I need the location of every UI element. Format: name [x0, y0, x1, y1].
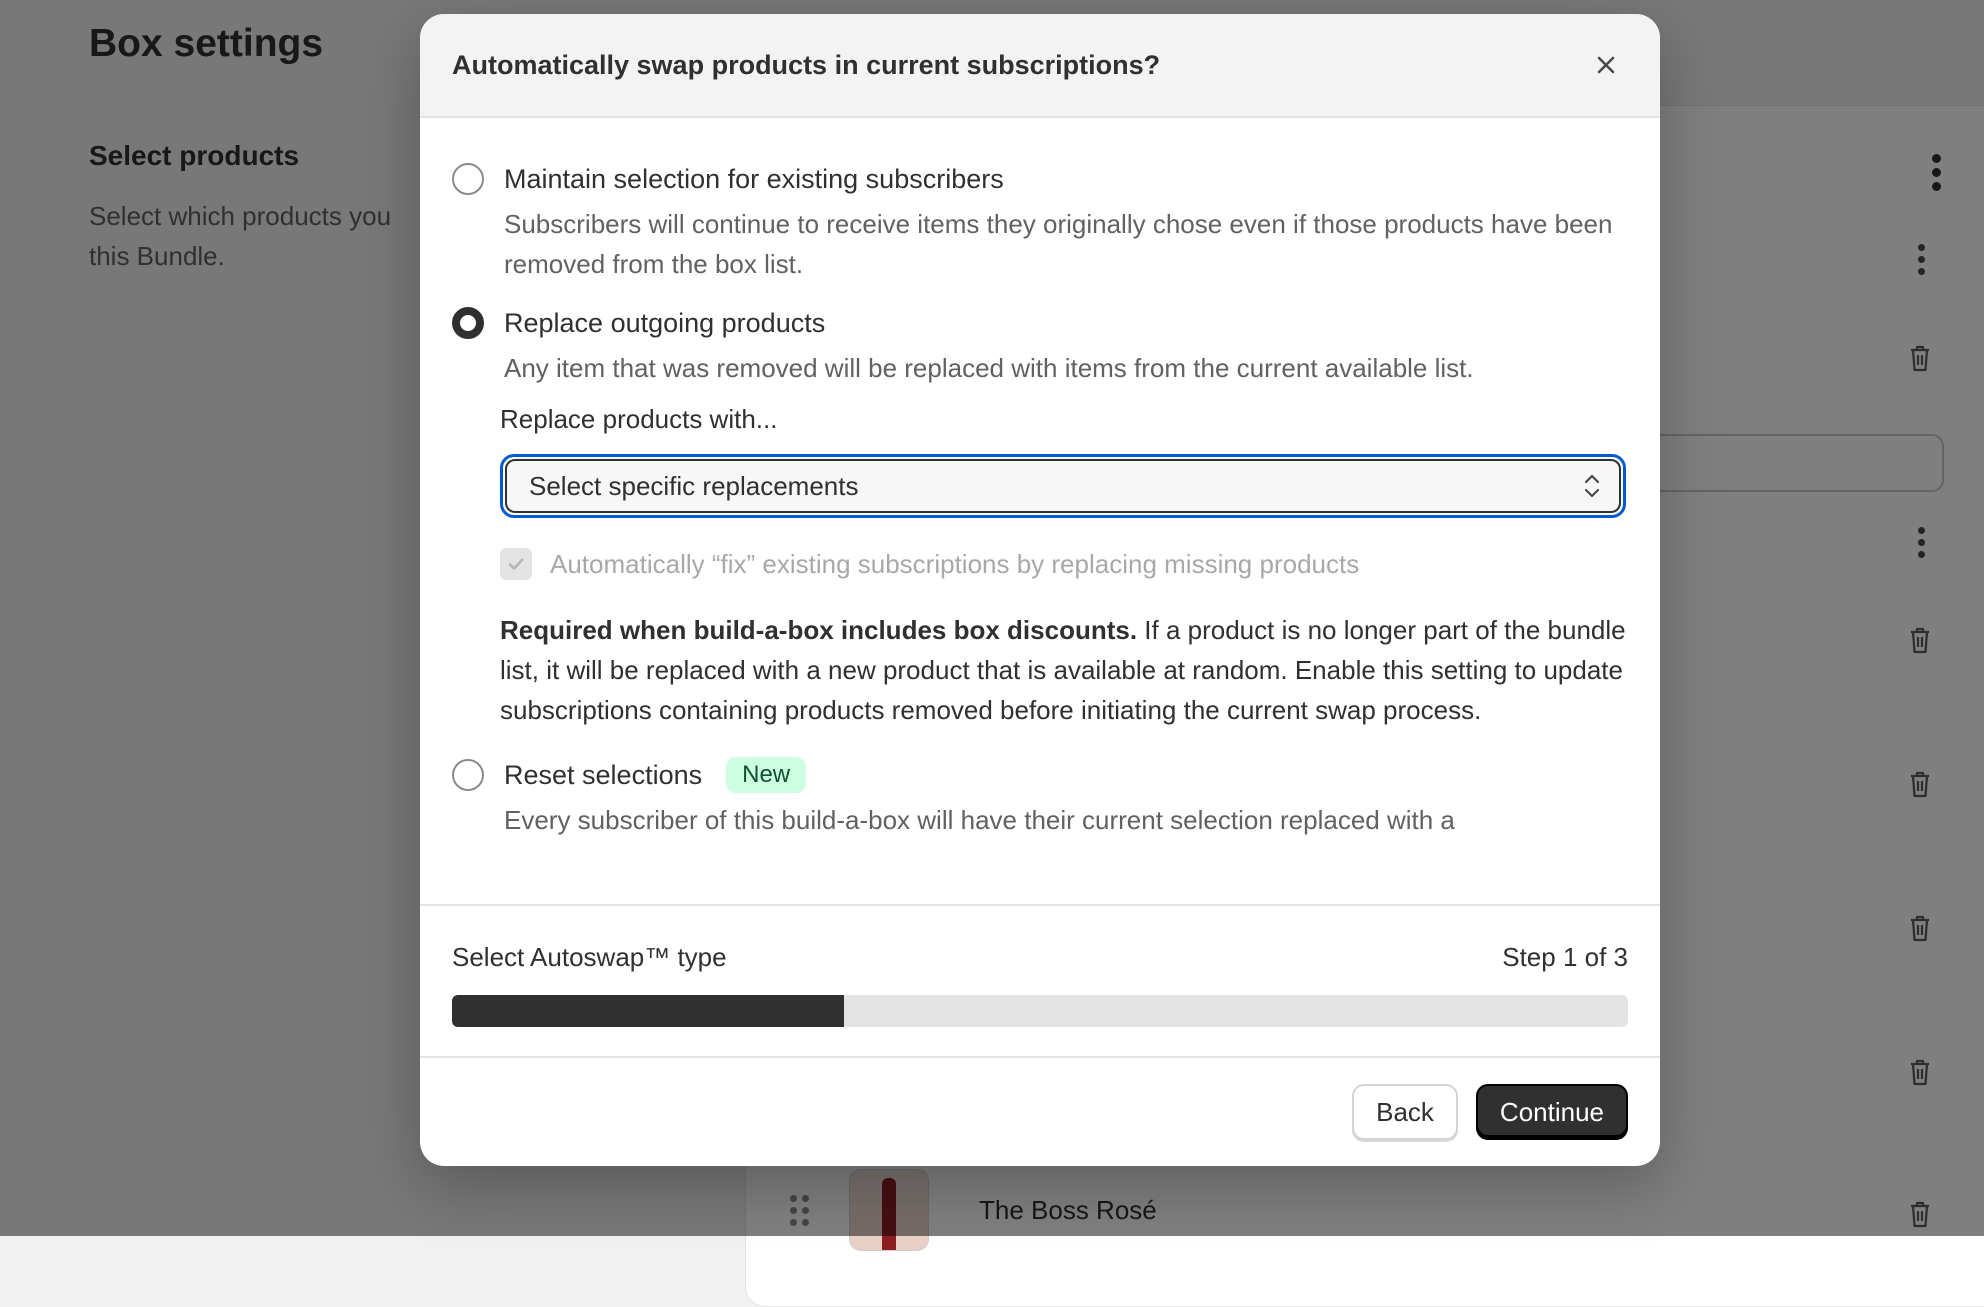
radio-maintain-selection[interactable]	[452, 163, 484, 195]
checkmark-icon	[508, 558, 524, 570]
replace-with-label: Replace products with...	[500, 404, 778, 434]
modal-title: Automatically swap products in current s…	[452, 49, 1161, 80]
option-label: Maintain selection for existing subscrib…	[504, 164, 1004, 194]
radio-replace-outgoing[interactable]	[452, 307, 484, 339]
close-icon	[1597, 56, 1615, 74]
option-description: Subscribers will continue to receive ite…	[504, 209, 1613, 279]
new-badge: New	[726, 757, 807, 793]
progress-bar-fill	[452, 995, 844, 1027]
progress-step: Step 1 of 3	[1502, 942, 1628, 972]
close-button[interactable]	[1584, 43, 1628, 87]
option-maintain-selection[interactable]: Maintain selection for existing subscrib…	[452, 160, 1628, 284]
replacement-select[interactable]: Select specific replacements	[505, 459, 1621, 513]
fix-subscriptions-label: Automatically “fix” existing subscriptio…	[550, 548, 1360, 579]
progress-label: Select Autoswap™ type	[452, 942, 727, 972]
modal-body[interactable]: Maintain selection for existing subscrib…	[420, 118, 1660, 904]
required-note-bold: Required when build-a-box includes box d…	[500, 615, 1138, 645]
modal-header: Automatically swap products in current s…	[420, 14, 1660, 118]
replace-products-section: Replace products with... Select specific…	[500, 400, 1628, 730]
required-note: Required when build-a-box includes box d…	[500, 610, 1626, 730]
modal-footer: Back Continue	[420, 1058, 1660, 1166]
select-chevron-icon	[1584, 474, 1600, 498]
replacement-select-value: Select specific replacements	[529, 470, 859, 501]
back-button[interactable]: Back	[1352, 1084, 1458, 1140]
replacement-select-focus-ring: Select specific replacements	[500, 454, 1626, 518]
option-label: Replace outgoing products	[504, 308, 826, 338]
option-description: Any item that was removed will be replac…	[504, 353, 1474, 383]
option-header: Reset selections New	[504, 756, 1628, 794]
progress-section: Select Autoswap™ type Step 1 of 3	[420, 904, 1660, 1058]
option-description: Every subscriber of this build-a-box wil…	[504, 805, 1455, 835]
continue-button[interactable]: Continue	[1475, 1084, 1628, 1140]
option-replace-outgoing[interactable]: Replace outgoing products Any item that …	[452, 304, 1628, 388]
progress-header: Select Autoswap™ type Step 1 of 3	[452, 942, 1628, 973]
autoswap-modal: Automatically swap products in current s…	[420, 14, 1660, 1166]
fix-subscriptions-checkbox[interactable]	[500, 548, 532, 580]
option-label: Reset selections	[504, 760, 703, 790]
fix-subscriptions-row: Automatically “fix” existing subscriptio…	[500, 548, 1628, 580]
option-reset-selections[interactable]: Reset selections New Every subscriber of…	[452, 756, 1628, 840]
radio-reset-selections[interactable]	[452, 759, 484, 791]
progress-bar	[452, 995, 1628, 1027]
